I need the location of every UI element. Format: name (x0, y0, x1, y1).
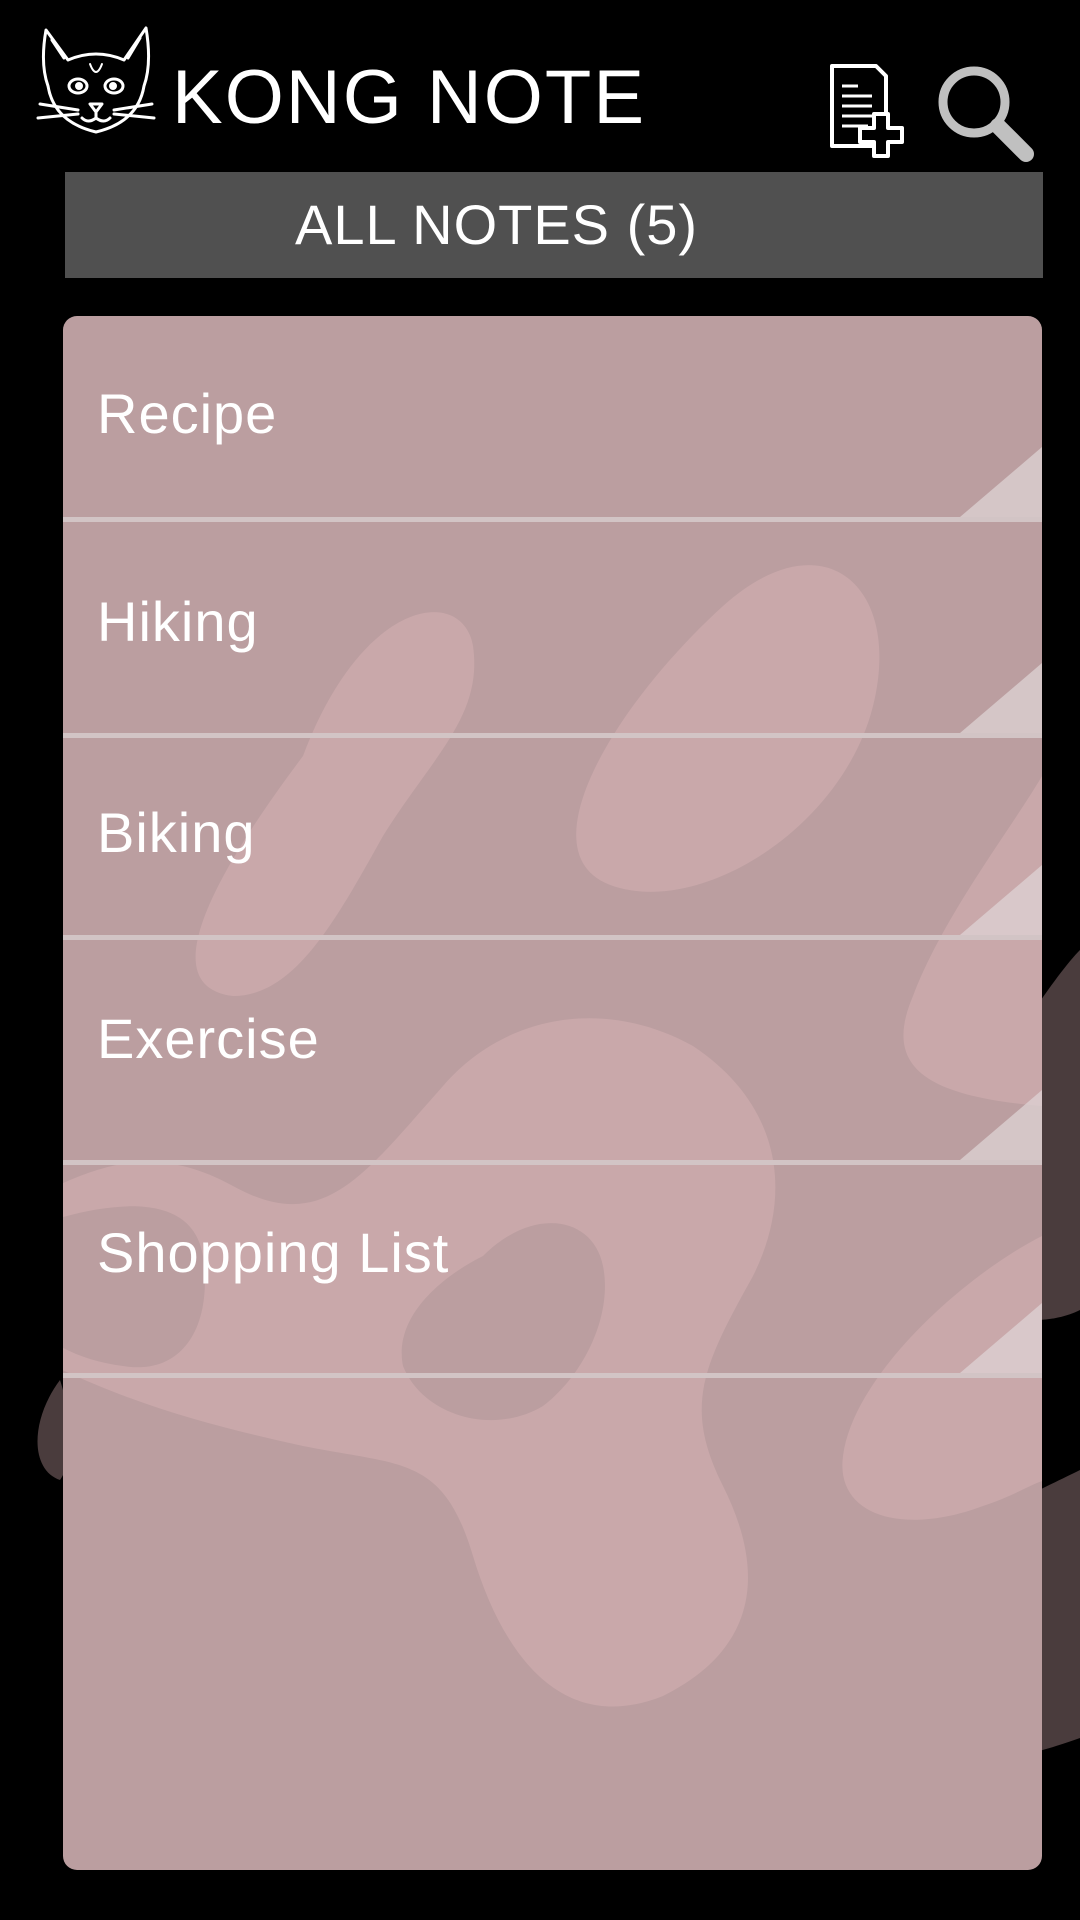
screen: KONG NOTE ALL NOTES (5) Recipe Hiking Bi… (0, 0, 1080, 1920)
app-title: KONG NOTE (172, 55, 647, 140)
page-fold-icon (960, 865, 1042, 935)
note-title: Shopping List (97, 1221, 450, 1284)
note-title: Exercise (97, 1007, 320, 1070)
note-title: Hiking (97, 590, 259, 653)
note-item-hiking[interactable]: Hiking (63, 522, 1042, 738)
page-fold-icon (960, 1090, 1042, 1160)
search-icon[interactable] (934, 62, 1034, 162)
note-item-biking[interactable]: Biking (63, 738, 1042, 940)
notes-filter-bar[interactable]: ALL NOTES (5) (65, 172, 1043, 278)
note-title: Recipe (97, 382, 278, 445)
page-fold-icon (960, 663, 1042, 733)
notes-panel: Recipe Hiking Biking Exercise Shopping L… (63, 316, 1042, 1870)
note-item-shopping-list[interactable]: Shopping List (63, 1165, 1042, 1378)
page-fold-icon (960, 447, 1042, 517)
page-fold-icon (960, 1303, 1042, 1373)
filter-label: ALL NOTES (5) (295, 193, 699, 256)
action-bar: KONG NOTE (0, 0, 1080, 170)
note-item-recipe[interactable]: Recipe (63, 316, 1042, 522)
cat-face-icon (36, 26, 156, 134)
notes-list: Recipe Hiking Biking Exercise Shopping L… (63, 316, 1042, 1378)
note-item-exercise[interactable]: Exercise (63, 940, 1042, 1165)
new-note-icon[interactable] (824, 60, 910, 160)
note-title: Biking (97, 801, 256, 864)
